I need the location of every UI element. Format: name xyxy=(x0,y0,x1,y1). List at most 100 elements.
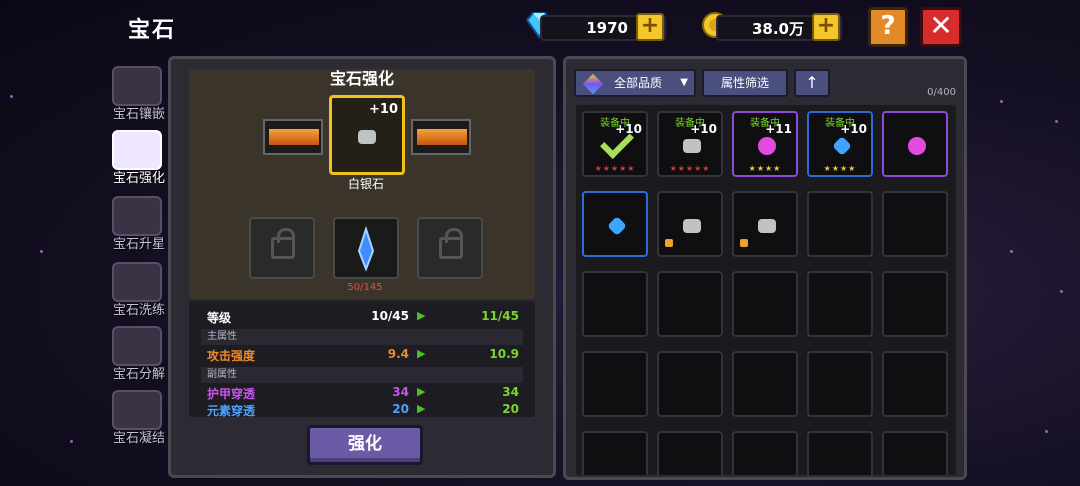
background-star xyxy=(1060,290,1063,293)
inventory-slot[interactable] xyxy=(807,351,873,417)
panel-title: 宝石强化 xyxy=(329,69,394,88)
arrow-right-icon: ▶ xyxy=(417,309,426,322)
lock-icon xyxy=(665,239,673,247)
quality-filter-dropdown[interactable]: 全部品质 ▼ xyxy=(574,69,696,97)
star-up-icon xyxy=(112,196,162,236)
quality-gem-icon xyxy=(582,73,604,95)
help-button[interactable]: ? xyxy=(868,7,908,47)
diamond-count: 1970 xyxy=(586,19,628,37)
stat-next: 20 xyxy=(502,402,519,416)
inventory-slot[interactable] xyxy=(582,351,648,417)
inventory-slot[interactable] xyxy=(807,191,873,257)
sort-up-icon[interactable]: ↑ xyxy=(794,69,830,97)
inventory-slot[interactable]: 装备中 +10 ★★★★★ xyxy=(657,111,723,177)
blue-crystal-icon xyxy=(357,225,375,272)
sidebar-item-star-up[interactable]: 宝石升星 xyxy=(108,194,170,254)
background-star xyxy=(1000,100,1003,103)
background-star xyxy=(1055,120,1058,123)
arrow-right-icon: ▶ xyxy=(417,402,426,415)
inventory-slot[interactable] xyxy=(582,431,648,475)
inventory-slot[interactable] xyxy=(732,191,798,257)
inventory-panel: 全部品质 ▼ 属性筛选 ↑ 0/400 装备中 +10 ★★★★★ 装备中 +10 ★★★… xyxy=(563,56,967,480)
star-rating: ★★★★★ xyxy=(594,164,636,173)
blue-gem-icon xyxy=(832,136,852,156)
inventory-slot[interactable] xyxy=(882,191,948,257)
star-rating: ★★★★ xyxy=(823,164,857,173)
inventory-slot[interactable] xyxy=(882,351,948,417)
inventory-count: 0/400 xyxy=(927,87,956,98)
gem-name: 白银石 xyxy=(347,177,384,191)
sidebar-item-decompose[interactable]: 宝石分解 xyxy=(108,324,170,384)
sidebar-item-label: 宝石凝结 xyxy=(112,431,165,446)
sidebar-item-enhance[interactable]: 宝石强化 xyxy=(108,128,170,188)
gem-level: +10 xyxy=(369,102,398,117)
chevron-down-icon: ▼ xyxy=(680,77,688,88)
stat-current: 20 xyxy=(392,402,409,416)
quality-filter-label: 全部品质 xyxy=(614,76,663,90)
forge-pipe-left xyxy=(263,119,323,155)
inventory-slot[interactable] xyxy=(657,271,723,337)
inventory-slot[interactable] xyxy=(732,271,798,337)
decompose-icon xyxy=(112,326,162,366)
stat-next: 11/45 xyxy=(481,309,519,323)
sidebar-item-label: 宝石分解 xyxy=(112,367,165,382)
sidebar-item-condense[interactable]: 宝石凝结 xyxy=(108,388,170,448)
inventory-slot[interactable] xyxy=(882,271,948,337)
inventory-slot[interactable] xyxy=(732,351,798,417)
blue-gem-icon xyxy=(607,216,627,236)
stat-row-armor: 护甲穿透 34 ▶ 34 xyxy=(189,385,535,403)
inventory-slot[interactable]: 装备中 +11 ★★★★ xyxy=(732,111,798,177)
material-progress: 50/145 xyxy=(347,282,383,293)
inventory-slot[interactable] xyxy=(657,191,723,257)
gem-level: +10 xyxy=(690,122,717,136)
silver-gem-icon xyxy=(758,219,776,233)
lock-icon xyxy=(439,228,463,259)
inventory-slot[interactable] xyxy=(732,431,798,475)
page-title: 宝石 xyxy=(128,18,177,43)
stat-row-attack: 攻击强度 9.4 ▶ 10.9 xyxy=(189,347,535,365)
stat-current: 34 xyxy=(392,385,409,399)
stat-current: 9.4 xyxy=(387,347,409,361)
inventory-slot[interactable] xyxy=(882,431,948,475)
inventory-slot[interactable] xyxy=(582,191,648,257)
star-rating: ★★★★ xyxy=(748,164,782,173)
stat-label: 攻击强度 xyxy=(207,349,256,363)
stat-label: 等级 xyxy=(207,311,232,325)
inventory-slot[interactable] xyxy=(657,431,723,475)
inventory-slot[interactable] xyxy=(807,431,873,475)
condense-icon xyxy=(112,390,162,430)
add-gold-button[interactable]: + xyxy=(812,13,840,41)
sidebar-item-label: 宝石强化 xyxy=(112,171,165,186)
purple-gem-icon xyxy=(758,137,776,155)
sidebar-item-refine[interactable]: 宝石洗练 xyxy=(108,260,170,320)
inventory-slot[interactable] xyxy=(807,271,873,337)
enhance-button[interactable]: 强化 xyxy=(307,425,423,465)
arrow-right-icon: ▶ xyxy=(417,347,426,360)
background-star xyxy=(1010,250,1013,253)
gem-level: +10 xyxy=(840,122,867,136)
attr-filter-button[interactable]: 属性筛选 xyxy=(702,69,788,97)
close-button[interactable]: ✕ xyxy=(920,7,962,47)
inventory-slot[interactable] xyxy=(882,111,948,177)
stat-row-level: 等级 10/45 ▶ 11/45 xyxy=(189,309,535,327)
stat-current: 10/45 xyxy=(371,309,409,323)
sidebar-item-label: 宝石升星 xyxy=(112,237,165,252)
add-diamond-button[interactable]: + xyxy=(636,13,664,41)
material-slot-locked[interactable] xyxy=(249,217,315,279)
gem-enhance-icon xyxy=(112,130,162,170)
material-slot[interactable] xyxy=(333,217,399,279)
background-star xyxy=(40,250,43,253)
material-slot-locked[interactable] xyxy=(417,217,483,279)
inventory-slot[interactable]: 装备中 +10 ★★★★ xyxy=(807,111,873,177)
target-gem-slot[interactable]: +10 xyxy=(329,95,405,175)
inventory-slot[interactable] xyxy=(582,271,648,337)
silver-gem-icon xyxy=(683,219,701,233)
sidebar-item-inlay[interactable]: 宝石镶嵌 xyxy=(108,64,170,124)
inventory-slot[interactable]: 装备中 +10 ★★★★★ xyxy=(582,111,648,177)
stat-next: 34 xyxy=(502,385,519,399)
forge-pipe-right xyxy=(411,119,471,155)
inventory-grid: 装备中 +10 ★★★★★ 装备中 +10 ★★★★★ 装备中 +11 ★★★★ 装备中 +10 ★★… xyxy=(576,105,956,475)
gold-count: 38.0万 xyxy=(751,19,804,38)
purple-gem-icon xyxy=(908,137,926,155)
inventory-slot[interactable] xyxy=(657,351,723,417)
